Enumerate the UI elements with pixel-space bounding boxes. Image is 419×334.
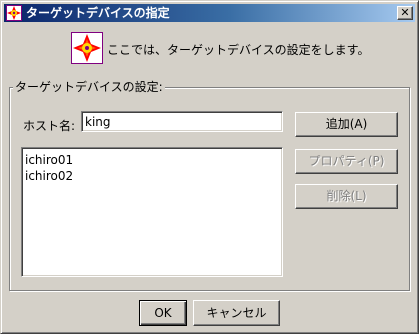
device-list[interactable]: ichiro01 ichiro02	[21, 147, 283, 277]
cancel-button[interactable]: キャンセル	[193, 300, 280, 326]
target-device-icon	[71, 32, 103, 64]
title-bar[interactable]: ターゲットデバイスの指定 ✕	[4, 4, 415, 22]
list-item[interactable]: ichiro01	[25, 152, 279, 168]
header-description: ここでは、ターゲットデバイスの設定をします。	[107, 43, 370, 57]
host-name-input[interactable]	[81, 111, 283, 132]
dialog-window: ターゲットデバイスの指定 ✕ ここでは、ターゲットデバイスの設定をします。 ター…	[0, 0, 419, 334]
ok-button[interactable]: OK	[139, 300, 187, 326]
close-button[interactable]: ✕	[397, 6, 413, 20]
close-icon: ✕	[400, 6, 410, 19]
window-title: ターゲットデバイスの指定	[26, 6, 170, 20]
properties-button[interactable]: プロパティ(P)	[295, 149, 398, 174]
target-device-icon	[6, 5, 22, 21]
list-item[interactable]: ichiro02	[25, 168, 279, 184]
add-button[interactable]: 追加(A)	[295, 112, 398, 137]
group-legend: ターゲットデバイスの設定:	[13, 80, 165, 94]
delete-button[interactable]: 削除(L)	[295, 184, 398, 209]
host-name-label: ホスト名:	[23, 119, 76, 133]
